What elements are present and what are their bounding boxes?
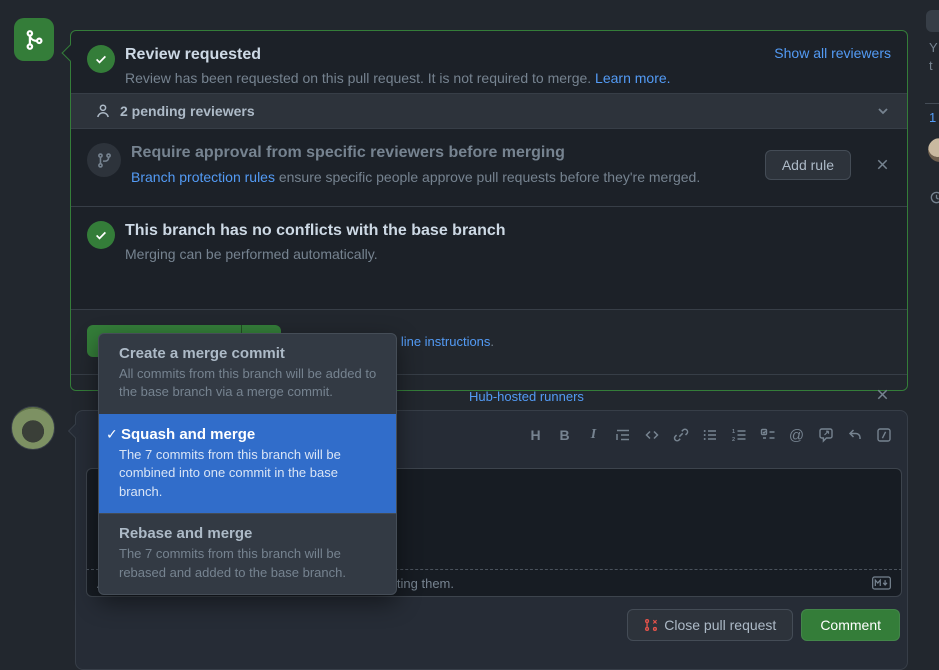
show-all-reviewers-link[interactable]: Show all reviewers — [774, 45, 891, 61]
close-pull-request-label: Close pull request — [664, 617, 776, 633]
slash-commands-icon[interactable] — [870, 423, 897, 447]
no-conflicts-section: This branch has no conflicts with the ba… — [71, 207, 907, 279]
add-rule-button[interactable]: Add rule — [765, 150, 851, 180]
menu-item-title: Rebase and merge — [119, 525, 380, 542]
ordered-list-icon[interactable]: 12 — [725, 423, 752, 447]
sidebar-partial-icon — [929, 190, 939, 205]
no-conflicts-title: This branch has no conflicts with the ba… — [125, 221, 506, 242]
dismiss-protection-icon[interactable] — [875, 157, 890, 172]
link-icon[interactable] — [667, 423, 694, 447]
reviewer-avatar — [928, 138, 939, 162]
dismiss-banner-icon[interactable] — [875, 387, 890, 402]
user-avatar — [11, 406, 55, 450]
sidebar-partial-button[interactable] — [926, 10, 939, 32]
svg-text:2: 2 — [732, 437, 735, 443]
quote-icon[interactable] — [609, 423, 636, 447]
review-requested-description: Review has been requested on this pull r… — [125, 70, 591, 86]
pending-reviewers-label: 2 pending reviewers — [120, 103, 255, 119]
svg-text:1: 1 — [732, 429, 735, 435]
no-conflicts-description: Merging can be performed automatically. — [125, 246, 506, 262]
pull-request-closed-icon — [644, 618, 658, 632]
merge-options-menu: Create a merge commit All commits from t… — [98, 333, 397, 595]
check-icon: ✓ — [106, 426, 118, 443]
branch-protection-title: Require approval from specific reviewers… — [131, 143, 700, 164]
chevron-down-icon[interactable] — [875, 103, 891, 119]
sidebar-partial-text: t — [929, 58, 933, 73]
markdown-icon — [872, 576, 891, 590]
learn-more-link[interactable]: Learn more. — [595, 70, 670, 86]
hosted-runners-link[interactable]: Hub-hosted runners — [469, 389, 584, 404]
menu-item-title: Squash and merge — [119, 426, 380, 443]
markdown-toolbar: H B I 12 @ — [522, 423, 897, 447]
close-pull-request-button[interactable]: Close pull request — [627, 609, 793, 641]
menu-item-description: The 7 commits from this branch will be c… — [119, 446, 380, 501]
branch-protection-description: ensure specific people approve pull requ… — [279, 169, 700, 185]
mention-icon[interactable]: @ — [783, 423, 810, 447]
composer-caret — [68, 424, 82, 438]
check-circle-icon — [87, 221, 115, 249]
menu-item-description: The 7 commits from this branch will be r… — [119, 545, 380, 582]
menu-item-rebase-and-merge[interactable]: Rebase and merge The 7 commits from this… — [99, 513, 396, 594]
italic-icon[interactable]: I — [580, 423, 607, 447]
unordered-list-icon[interactable] — [696, 423, 723, 447]
git-merge-timeline-badge — [14, 18, 54, 61]
comment-button[interactable]: Comment — [801, 609, 900, 641]
branch-protection-section: Require approval from specific reviewers… — [71, 129, 907, 206]
menu-item-title: Create a merge commit — [119, 345, 380, 362]
bold-icon[interactable]: B — [551, 423, 578, 447]
composer-actions: Close pull request Comment — [627, 609, 900, 641]
sidebar-partial-text: Y — [929, 40, 938, 55]
heading-icon[interactable]: H — [522, 423, 549, 447]
git-merge-icon — [23, 29, 45, 51]
sidebar-partial-count[interactable]: 1 — [929, 110, 936, 125]
cli-suffix: . — [490, 334, 494, 349]
branch-protection-rules-link[interactable]: Branch protection rules — [131, 169, 275, 185]
code-icon[interactable] — [638, 423, 665, 447]
task-list-icon[interactable] — [754, 423, 781, 447]
menu-item-squash-and-merge[interactable]: ✓ Squash and merge The 7 commits from th… — [99, 414, 396, 513]
menu-item-description: All commits from this branch will be add… — [119, 365, 380, 402]
git-branch-icon — [87, 143, 121, 177]
review-requested-section: Review requested Review has been request… — [71, 31, 907, 93]
pending-reviewers-row[interactable]: 2 pending reviewers — [71, 93, 907, 129]
review-requested-title: Review requested — [125, 45, 671, 66]
menu-item-create-merge-commit[interactable]: Create a merge commit All commits from t… — [99, 334, 396, 414]
sidebar-divider — [925, 103, 939, 104]
check-circle-icon — [87, 45, 115, 73]
cross-reference-icon[interactable] — [812, 423, 839, 447]
reply-icon[interactable] — [841, 423, 868, 447]
person-icon — [95, 103, 111, 119]
